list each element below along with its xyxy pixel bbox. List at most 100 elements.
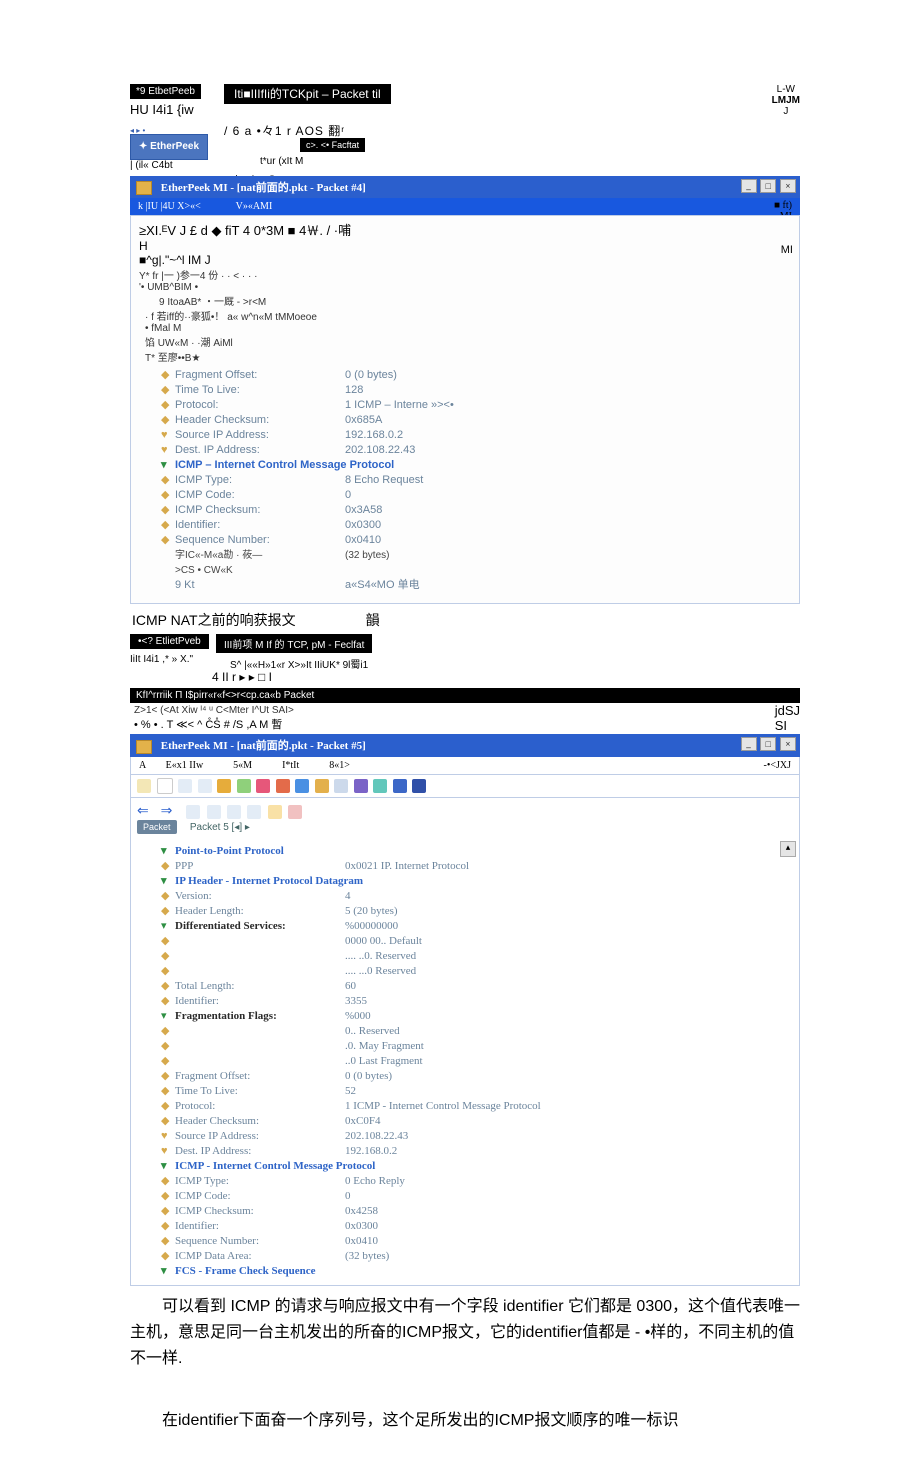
menu-f: -•<JXJ: [764, 760, 791, 771]
menu-e[interactable]: 8«1>: [329, 760, 350, 771]
tree-subheader[interactable]: ▾Fragmentation Flags:%000: [161, 1009, 769, 1024]
tool-icon[interactable]: [393, 779, 407, 793]
tool-icon[interactable]: [315, 779, 329, 793]
tree-header[interactable]: ▾FCS - Frame Check Sequence: [161, 1264, 769, 1279]
close-icon[interactable]: ×: [780, 737, 796, 751]
lw-text: L-W LMJM J: [772, 84, 800, 117]
close-icon[interactable]: ×: [780, 179, 796, 193]
packet5-tree[interactable]: ▴ ▾Point-to-Point Protocol◆PPP0x0021 IP.…: [130, 838, 800, 1286]
menu-c[interactable]: 5«M: [233, 760, 252, 771]
tree-row[interactable]: ◆Fragment Offset:0 (0 bytes): [161, 1069, 769, 1084]
tree-row[interactable]: ◆Version:4: [161, 889, 769, 904]
tool-icon[interactable]: [354, 779, 368, 793]
caption-icmp-nat: ICMP NAT之前的响获报文 韻: [130, 604, 800, 634]
tree-row[interactable]: ◆ICMP Data Area:(32 bytes): [161, 1249, 769, 1264]
tree-row[interactable]: ◆Identifier:0x0300: [161, 1219, 769, 1234]
menu-b[interactable]: E«x1 IIw: [166, 760, 204, 771]
tree-row[interactable]: ◆ICMP Type:0 Echo Reply: [161, 1174, 769, 1189]
tree-header[interactable]: ▾IP Header - Internet Protocol Datagram: [161, 874, 769, 889]
window-buttons[interactable]: _ □ ×: [740, 737, 797, 751]
tree-row[interactable]: ◆Time To Live:52: [161, 1084, 769, 1099]
window2-titlebar[interactable]: EtherPeek MI - [nat前面的.pkt - Packet #5] …: [130, 734, 800, 756]
tree-row[interactable]: ◆Time To Live:128: [161, 383, 769, 398]
tree-subheader[interactable]: ▾Differentiated Services:%00000000: [161, 919, 769, 934]
tree-row[interactable]: ♥Source IP Address:192.168.0.2: [161, 428, 769, 443]
window2-navbar[interactable]: ⇐ ⇒ Packet Packet 5 [◂] ▸: [130, 798, 800, 838]
window2-toolbar[interactable]: [130, 775, 800, 798]
packet-button[interactable]: Packet: [137, 820, 177, 834]
mid-e-text: 4 II r ▸ ▸ □ I: [212, 670, 272, 684]
tree-row[interactable]: ◆..0 Last Fragment: [161, 1054, 769, 1069]
tool-icon[interactable]: [198, 779, 212, 793]
tree-row[interactable]: ◆Protocol:1 ICMP – Interne »><•: [161, 398, 769, 413]
scroll-up-icon[interactable]: ▴: [780, 841, 796, 857]
tool-icon[interactable]: [157, 778, 173, 794]
tool-icon[interactable]: [137, 779, 151, 793]
tree-row[interactable]: ◆ICMP Checksum:0x3A58: [161, 503, 769, 518]
tree-header[interactable]: ▾ICMP – Internet Control Message Protoco…: [161, 458, 769, 473]
tree-row[interactable]: ◆ICMP Code:0: [161, 488, 769, 503]
jdsj-text: jdSJSI: [775, 703, 800, 733]
tree-row[interactable]: ◆Sequence Number:0x0410: [161, 533, 769, 548]
tree-row[interactable]: ◆.... ..0. Reserved: [161, 949, 769, 964]
nav-icon[interactable]: [247, 805, 261, 819]
tree-row[interactable]: ◆0.. Reserved: [161, 1024, 769, 1039]
tree-row[interactable]: ◆.0. May Fragment: [161, 1039, 769, 1054]
tree-row[interactable]: ◆0000 00.. Default: [161, 934, 769, 949]
maximize-icon[interactable]: □: [760, 737, 776, 751]
tree-header[interactable]: ▾Point-to-Point Protocol: [161, 844, 769, 859]
tree-row[interactable]: ◆Header Checksum:0xC0F4: [161, 1114, 769, 1129]
tool-icon[interactable]: [295, 779, 309, 793]
facftat-label: c>. <• Facftat: [300, 138, 365, 152]
tree-row[interactable]: ◆ICMP Type:8 Echo Request: [161, 473, 769, 488]
tree-row[interactable]: ◆Identifier:0x0300: [161, 518, 769, 533]
menu-a[interactable]: A: [139, 760, 146, 771]
tool-icon[interactable]: [237, 779, 251, 793]
tree-row[interactable]: ♥Source IP Address:202.108.22.43: [161, 1129, 769, 1144]
etherpeek-logo: ✦ EtherPeek: [130, 134, 208, 160]
tree-row[interactable]: ◆Header Checksum:0x685A: [161, 413, 769, 428]
tree-row[interactable]: ◆.... ...0 Reserved: [161, 964, 769, 979]
tree-row[interactable]: ◆Header Length:5 (20 bytes): [161, 904, 769, 919]
tool-icon[interactable]: [334, 779, 348, 793]
tool-icon[interactable]: [217, 779, 231, 793]
tree-row[interactable]: ◆Fragment Offset:0 (0 bytes): [161, 368, 769, 383]
nav-arrows-icon[interactable]: ⇐ ⇒: [137, 802, 176, 818]
app-icon: [136, 740, 152, 754]
nav-icon[interactable]: [227, 805, 241, 819]
tree-row[interactable]: ◆ICMP Code:0: [161, 1189, 769, 1204]
minimize-icon[interactable]: _: [741, 179, 757, 193]
tool-icon[interactable]: [276, 779, 290, 793]
tree-row[interactable]: 9 Kta«S4«MO 单电: [161, 578, 769, 593]
tree-row[interactable]: ◆Sequence Number:0x0410: [161, 1234, 769, 1249]
header-fragment-2: •<? EtlietPveb III前项 M If 的 TCP, pM - Fe…: [130, 634, 800, 688]
tree-row[interactable]: ◆Identifier:3355: [161, 994, 769, 1009]
tree-row[interactable]: ◆ICMP Checksum:0x4258: [161, 1204, 769, 1219]
packet4-tree[interactable]: ◆Fragment Offset:0 (0 bytes)◆Time To Liv…: [131, 366, 799, 603]
window2-menubar[interactable]: A E«x1 IIw 5«M I*tIt 8«1> -•<JXJ: [130, 757, 800, 775]
tool-icon[interactable]: [412, 779, 426, 793]
tree-row[interactable]: ♥Dest. IP Address:192.168.0.2: [161, 1144, 769, 1159]
tool-icon[interactable]: [178, 779, 192, 793]
nav-icon[interactable]: [207, 805, 221, 819]
window1-subbar: k |IU |4U X>«< V»«AMI ■ ft)MI: [130, 198, 800, 215]
tree-row[interactable]: ◆PPP0x0021 IP. Internet Protocol: [161, 859, 769, 874]
tree-header[interactable]: ▾ICMP - Internet Control Message Protoco…: [161, 1159, 769, 1174]
app-icon: [136, 181, 152, 195]
maximize-icon[interactable]: □: [760, 179, 776, 193]
menu-d[interactable]: I*tIt: [282, 760, 299, 771]
tool-icon[interactable]: [373, 779, 387, 793]
etlietpveb-label: •<? EtlietPveb: [130, 634, 209, 649]
window1-title: EtherPeek MI - [nat前面的.pkt - Packet #4]: [161, 182, 366, 194]
tree-row[interactable]: ♥Dest. IP Address:202.108.22.43: [161, 443, 769, 458]
window-buttons[interactable]: _ □ ×: [740, 179, 797, 193]
packet-nav-text[interactable]: Packet 5 [◂] ▸: [190, 822, 250, 833]
nav-icon[interactable]: [268, 805, 282, 819]
minimize-icon[interactable]: _: [741, 737, 757, 751]
nav-icon[interactable]: [186, 805, 200, 819]
tree-row[interactable]: ◆Protocol:1 ICMP - Internet Control Mess…: [161, 1099, 769, 1114]
tree-row[interactable]: ◆Total Length:60: [161, 979, 769, 994]
window1-titlebar[interactable]: EtherPeek MI - [nat前面的.pkt - Packet #4] …: [130, 176, 800, 198]
nav-icon[interactable]: [288, 805, 302, 819]
tool-icon[interactable]: [256, 779, 270, 793]
